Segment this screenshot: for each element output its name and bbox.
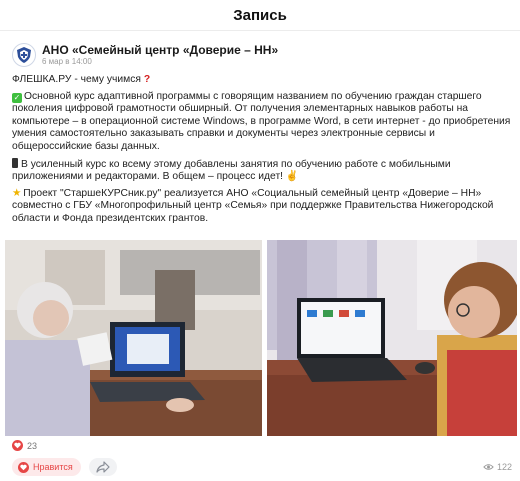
page-header: Запись [0,0,520,31]
post-timestamp[interactable]: 6 мар в 14:00 [42,57,278,67]
heart-icon [18,461,29,473]
post-actions: Нравится [12,458,117,476]
post-paragraph-2-text: Основной курс адаптивной программы с гов… [12,90,511,152]
post-paragraph-3-text: В усиленный курс ко всему этому добавлен… [12,158,451,183]
like-button-label: Нравится [33,462,73,472]
avatar[interactable] [12,43,36,67]
page-title: Запись [233,6,287,24]
like-button[interactable]: Нравится [12,458,81,476]
views-count: 122 [496,462,512,472]
likes-count: 23 [27,440,38,451]
shield-emblem-icon [17,47,31,63]
phone-icon [12,157,18,168]
post-photo-2[interactable] [267,240,517,436]
heart-icon [12,440,23,451]
post-line-1: ФЛЕШКА.РУ - чему учимся ? [12,74,512,87]
post-text: ФЛЕШКА.РУ - чему учимся ? ✓ Основной курс… [12,74,512,230]
ok-hand-icon: ✌ [285,171,299,183]
post-photos [5,240,517,436]
views-counter: 122 [483,462,512,472]
post-photo-1[interactable] [5,240,262,436]
question-mark-icon: ? [143,74,151,85]
check-mark-icon: ✓ [12,92,22,103]
share-button[interactable] [88,458,117,476]
eye-icon [483,464,494,470]
post-line-1-text: ФЛЕШКА.РУ - чему учимся [12,74,141,85]
author-name[interactable]: АНО «Семейный центр «Доверие – НН» [42,43,278,57]
post-author[interactable]: АНО «Семейный центр «Доверие – НН» 6 мар… [12,43,278,67]
share-arrow-icon [96,461,110,473]
post-paragraph-4: ★ Проект "СтаршеКУРСник.ру" реализуется А… [12,188,512,226]
post-paragraph-2: ✓ Основной курс адаптивной программы с го… [12,91,512,154]
likes-summary[interactable]: 23 [12,440,37,451]
post-paragraph-4-text: Проект "СтаршеКУРСник.ру" реализуется АН… [12,187,494,224]
star-icon: ★ [12,187,22,199]
post-paragraph-3: В усиленный курс ко всему этому добавлен… [12,157,512,184]
